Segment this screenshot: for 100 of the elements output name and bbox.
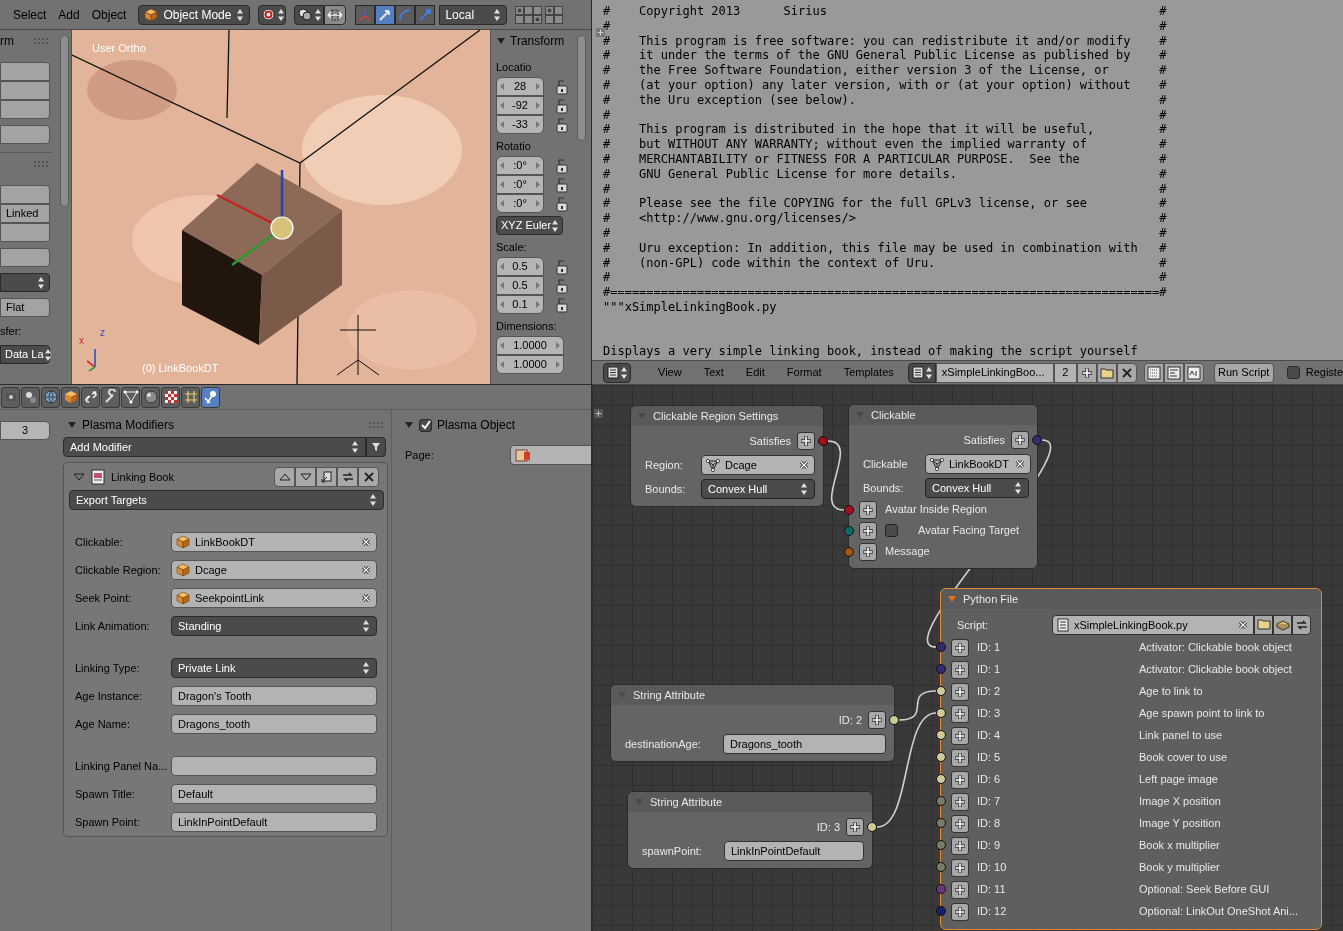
number-field[interactable]: -92 bbox=[496, 96, 544, 115]
code-line: # Uru exception: In addition, this file may be used in combination with # bbox=[603, 240, 1168, 256]
socket-description: Book cover to use bbox=[1139, 750, 1229, 766]
number-field[interactable]: 0.5 bbox=[496, 257, 544, 276]
number-field[interactable]: 1.0000 bbox=[496, 336, 564, 355]
code-line: # (at your option) any later version, with or (at your option) without # bbox=[603, 78, 1168, 93]
number-field[interactable]: 0.5 bbox=[496, 276, 544, 295]
dropdown[interactable]: Private Link bbox=[171, 658, 377, 678]
orientation-dropdown[interactable]: Local bbox=[439, 4, 508, 25]
code-line: # MERCHANTABILITY or FITNESS FOR A PARTICULAR PURPOSE. See the # bbox=[603, 151, 1168, 167]
socket-label: ID: 9 bbox=[977, 838, 1002, 854]
field-label: Age Name: bbox=[74, 716, 132, 732]
socket-label: Avatar Facing Target bbox=[918, 523, 1020, 539]
text-field[interactable]: LinkInPointDefault bbox=[171, 812, 377, 832]
shelf-label: sfer: bbox=[0, 324, 23, 339]
field-label: Linking Type: bbox=[74, 660, 141, 676]
code-line: # but WITHOUT ANY WARRANTY; without even the implied warranty of # bbox=[603, 137, 1168, 152]
field-label: Spawn Title: bbox=[74, 786, 136, 802]
text-field[interactable]: Dragon's Tooth bbox=[171, 686, 377, 706]
text-name-field[interactable]: xSimpleLinkingBoo... bbox=[935, 362, 1054, 383]
text-field[interactable]: Default bbox=[171, 784, 377, 804]
code-line: # # bbox=[603, 225, 1168, 241]
export-targets-dropdown[interactable]: Export Targets bbox=[69, 490, 384, 510]
panel-title: rm bbox=[0, 33, 14, 50]
field-label: Clickable: bbox=[74, 534, 124, 550]
checkbox-label: Registe bbox=[1305, 365, 1343, 381]
field-label: Scale: bbox=[496, 240, 528, 254]
number-field[interactable]: 1.0000 bbox=[496, 355, 564, 374]
code-line: # Copyright 2013 Sirius # bbox=[603, 4, 1168, 19]
dropdown[interactable]: Convex Hull bbox=[701, 479, 815, 499]
code-line: # # bbox=[603, 181, 1168, 197]
add-modifier-dropdown[interactable]: Add Modifier bbox=[63, 437, 366, 457]
socket-label: ID: 11 bbox=[977, 882, 1007, 898]
number-field[interactable]: 28 bbox=[496, 77, 544, 96]
socket-label: ID: 3 bbox=[816, 819, 840, 835]
modifier-title: Linking Book bbox=[111, 469, 175, 485]
script-field[interactable]: xSimpleLinkingBook.py bbox=[1052, 615, 1254, 635]
socket-label: ID: 6 bbox=[977, 772, 1002, 788]
menu-item[interactable]: Add bbox=[54, 5, 84, 24]
shelf-button[interactable]: Flat bbox=[0, 298, 50, 317]
code-line: # This program is distributed in the hope that it will be useful, # bbox=[603, 122, 1168, 138]
menu-item[interactable]: Format bbox=[776, 364, 832, 381]
dropdown[interactable]: Convex Hull bbox=[925, 478, 1029, 498]
socket-label: ID: 12 bbox=[977, 904, 1008, 920]
node-title: String Attribute bbox=[650, 794, 723, 810]
field-label: Dimensions: bbox=[496, 319, 558, 333]
socket-label: Message bbox=[885, 544, 930, 560]
field-label: Clickable bbox=[863, 456, 909, 472]
code-line: """xSimpleLinkingBook.py bbox=[603, 299, 778, 315]
socket-description: Activator: Clickable book object bbox=[1139, 662, 1293, 678]
field-label: Bounds: bbox=[863, 480, 905, 496]
users-count[interactable]: 2 bbox=[1053, 362, 1077, 383]
number-field[interactable]: -33 bbox=[496, 115, 544, 134]
menu-item[interactable]: Object bbox=[87, 5, 131, 24]
dropdown[interactable]: Standing bbox=[171, 616, 377, 636]
text-field[interactable]: Dragons_tooth bbox=[171, 714, 377, 734]
number-field[interactable]: :0° bbox=[496, 194, 544, 213]
field-label: Spawn Point: bbox=[74, 814, 141, 830]
socket-label: Satisfies bbox=[963, 432, 1005, 448]
code-line: # (non-GPL) code within the context of Uru. # bbox=[603, 255, 1168, 271]
shelf-dropdown[interactable]: Data La bbox=[0, 345, 50, 364]
field-label: Link Animation: bbox=[74, 618, 151, 634]
menu-item[interactable]: View bbox=[648, 364, 692, 381]
menu-item[interactable]: Select bbox=[9, 5, 51, 24]
number-field[interactable]: :0° bbox=[496, 156, 544, 175]
text-field[interactable]: LinkInPointDefault bbox=[724, 841, 864, 861]
node-title: String Attribute bbox=[633, 687, 706, 703]
socket-description: Optional: Seek Before GUI bbox=[1139, 882, 1271, 898]
menu-item[interactable]: Text bbox=[693, 364, 734, 381]
code-line: # # bbox=[603, 270, 1168, 286]
panel-title: Plasma Modifiers bbox=[82, 417, 176, 434]
rotation-mode-dropdown[interactable]: XYZ Euler bbox=[496, 216, 563, 235]
code-line: # This program is free software: you can redistribute it and/or modify # bbox=[603, 33, 1168, 49]
node-title: Clickable bbox=[871, 407, 916, 423]
field-label: Locatio bbox=[496, 60, 533, 74]
object-field[interactable]: SeekpointLink bbox=[171, 588, 377, 608]
number-field[interactable]: 3 bbox=[0, 421, 50, 440]
socket-description: Optional: LinkOut OneShot Ani... bbox=[1139, 904, 1299, 920]
object-field[interactable]: LinkBookDT bbox=[925, 454, 1031, 474]
object-field[interactable]: Dcage bbox=[701, 455, 815, 475]
object-field[interactable]: LinkBookDT bbox=[171, 532, 377, 552]
menu-item[interactable]: Edit bbox=[735, 364, 775, 381]
run-script-button[interactable]: Run Script bbox=[1213, 362, 1274, 383]
shelf-button[interactable]: Linked bbox=[0, 204, 50, 223]
text-field[interactable]: Dragons_tooth bbox=[723, 734, 886, 754]
socket-description: Left page image bbox=[1139, 772, 1219, 788]
object-field[interactable]: Dcage bbox=[171, 560, 377, 580]
axis-label: x bbox=[79, 334, 84, 348]
field-label: destinationAge: bbox=[625, 736, 702, 752]
code-line: # <http://www.gnu.org/licenses/> # bbox=[603, 211, 1168, 226]
socket-description: Age to link to bbox=[1139, 684, 1204, 700]
field-label: Linking Panel Na... bbox=[74, 758, 169, 774]
number-field[interactable]: 0.1 bbox=[496, 295, 544, 314]
socket-description: Activator: Clickable book object bbox=[1139, 640, 1293, 656]
socket-label: ID: 4 bbox=[977, 728, 1002, 744]
code-line: Displays a very simple linking book, instead of making the script yourself bbox=[603, 344, 1139, 360]
mode-dropdown[interactable]: Object Mode bbox=[138, 4, 251, 25]
socket-label: ID: 8 bbox=[977, 816, 1002, 832]
number-field[interactable]: :0° bbox=[496, 175, 544, 194]
menu-item[interactable]: Templates bbox=[833, 364, 904, 381]
